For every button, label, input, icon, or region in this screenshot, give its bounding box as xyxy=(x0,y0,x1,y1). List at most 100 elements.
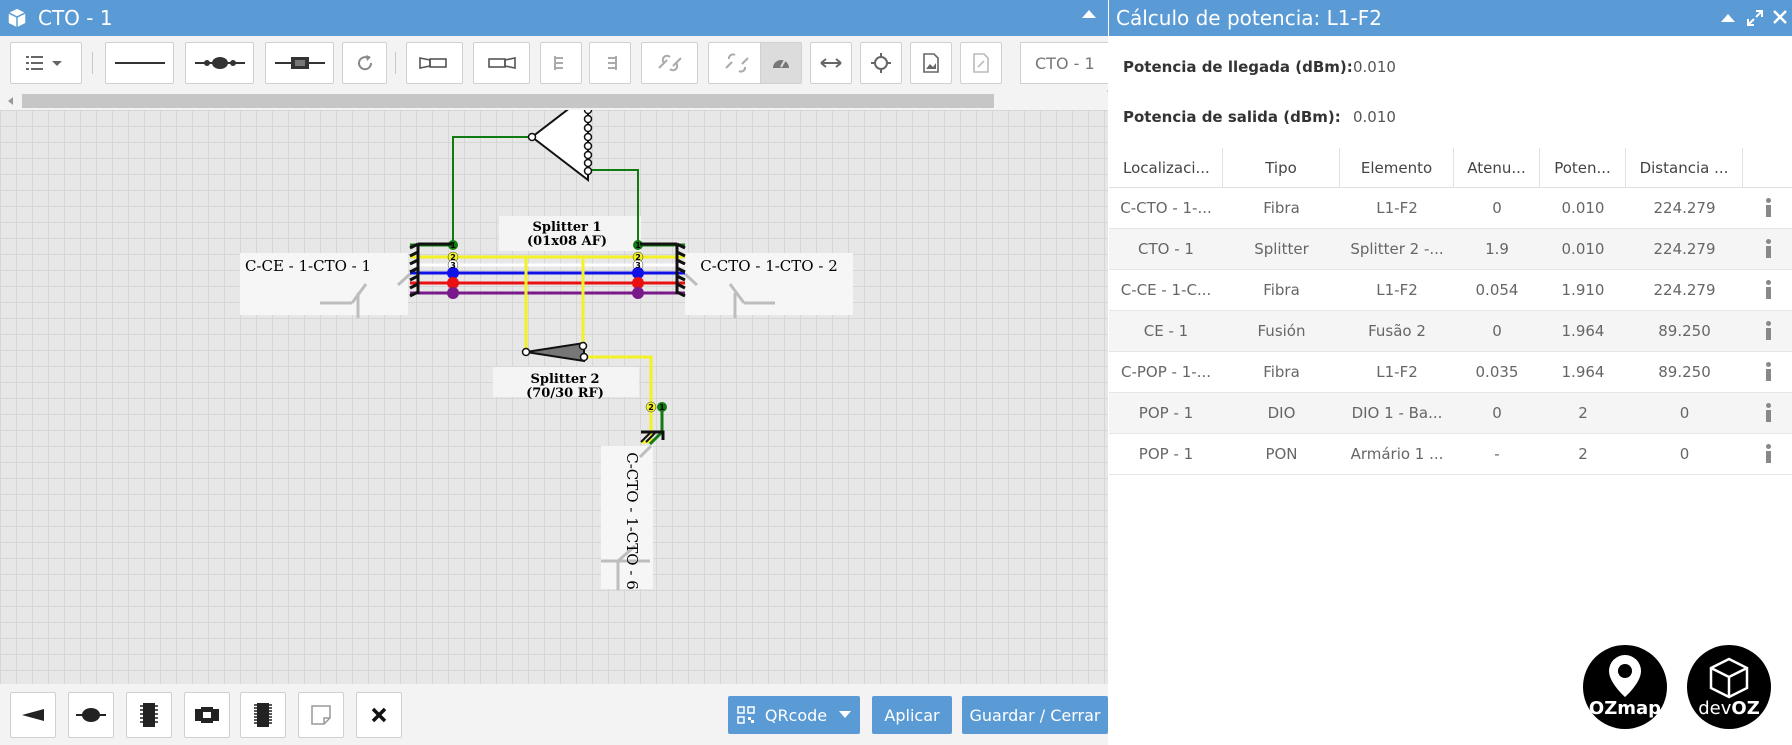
collapse-icon[interactable] xyxy=(1082,10,1096,18)
column-header[interactable]: Distancia ... xyxy=(1626,148,1743,187)
export-image-button[interactable] xyxy=(910,42,952,84)
app-root: CTO - 1 CTO - 1 1 2 3 1 2 3 1 2 Splitter… xyxy=(0,0,1792,745)
output-power-row: Potencia de salida (dBm): 0.010 xyxy=(1123,108,1396,126)
row-info-button[interactable] xyxy=(1743,352,1792,392)
port-right-3-number: 3 xyxy=(635,261,641,270)
editor-toolbar: CTO - 1 xyxy=(0,36,1108,90)
add-rack-button[interactable] xyxy=(240,692,286,738)
cto-select[interactable]: CTO - 1 xyxy=(1020,42,1108,84)
cell-element: L1-F2 xyxy=(1376,199,1418,217)
row-info-button[interactable] xyxy=(1743,270,1792,310)
cell-element: Splitter 2 -... xyxy=(1350,240,1444,258)
add-splitter-button[interactable] xyxy=(10,692,56,738)
info-icon[interactable] xyxy=(1763,280,1773,300)
horizontal-scrollbar[interactable] xyxy=(0,92,1108,110)
cell-distance: 224.279 xyxy=(1653,199,1716,217)
info-icon[interactable] xyxy=(1763,198,1773,218)
rotate-icon xyxy=(357,55,372,71)
column-header[interactable]: Poten... xyxy=(1540,148,1626,187)
info-icon[interactable] xyxy=(1763,321,1773,341)
save-close-button[interactable]: Guardar / Cerrar xyxy=(962,696,1108,734)
cell-element: L1-F2 xyxy=(1376,281,1418,299)
row-info-button[interactable] xyxy=(1743,393,1792,433)
cto-window-titlebar[interactable]: CTO - 1 xyxy=(0,0,1108,36)
cable-left-bracket[interactable] xyxy=(409,242,452,298)
qrcode-button[interactable]: QRcode xyxy=(728,696,860,734)
apply-button[interactable]: Aplicar xyxy=(872,696,952,734)
arrival-power-value: 0.010 xyxy=(1353,58,1396,76)
power-calc-titlebar[interactable]: Cálculo de potencia: L1-F2 xyxy=(1109,0,1792,36)
add-note-button[interactable] xyxy=(298,692,344,738)
table-row[interactable]: CE - 1 Fusión Fusão 2 0 1.964 89.250 xyxy=(1109,311,1792,352)
table-row[interactable]: POP - 1 PON Armário 1 ... - 2 0 xyxy=(1109,434,1792,475)
port-right-6[interactable] xyxy=(632,287,644,299)
arrows-horizontal-icon xyxy=(820,58,842,68)
power-calc-button[interactable] xyxy=(760,42,802,84)
table-row[interactable]: C-POP - 1-... Fibra L1-F2 0.035 1.964 89… xyxy=(1109,352,1792,393)
rotate-button[interactable] xyxy=(342,42,387,84)
scrollbar-thumb[interactable] xyxy=(22,94,994,108)
delete-button[interactable] xyxy=(356,692,402,738)
add-connector-button[interactable] xyxy=(265,42,334,84)
info-icon[interactable] xyxy=(1763,444,1773,464)
cell-location: POP - 1 xyxy=(1138,404,1194,422)
export-pdf-button[interactable] xyxy=(960,42,1002,84)
collapse-icon[interactable] xyxy=(1721,13,1735,23)
column-header[interactable]: Tipo xyxy=(1223,148,1340,187)
close-icon[interactable] xyxy=(1772,9,1788,25)
add-dio-button[interactable] xyxy=(126,692,172,738)
fiber-yellow-from-right[interactable] xyxy=(581,255,638,346)
column-header[interactable]: Elemento xyxy=(1340,148,1454,187)
row-info-button[interactable] xyxy=(1743,434,1792,474)
info-icon[interactable] xyxy=(1763,239,1773,259)
splitter2-label-line2: (70/30 RF) xyxy=(526,386,604,401)
align-right-tree-button[interactable] xyxy=(589,42,631,84)
light-source-left-button[interactable] xyxy=(406,42,463,84)
gauge-icon xyxy=(773,59,789,68)
devoz-logo[interactable]: devOZ xyxy=(1687,645,1771,729)
row-info-button[interactable] xyxy=(1743,311,1792,351)
row-info-button[interactable] xyxy=(1743,229,1792,269)
info-icon[interactable] xyxy=(1763,362,1773,382)
column-header[interactable]: Localizaci... xyxy=(1109,148,1223,187)
cell-attenuation: 1.9 xyxy=(1485,240,1509,258)
unlink-icon xyxy=(724,53,749,73)
splitter-1[interactable] xyxy=(527,110,593,183)
align-left-tree-button[interactable] xyxy=(540,42,582,84)
cell-distance: 0 xyxy=(1679,404,1690,422)
add-fusion-button[interactable] xyxy=(185,42,254,84)
ozmap-logo[interactable]: OZmap xyxy=(1583,645,1667,729)
cell-attenuation: 0 xyxy=(1492,199,1502,217)
column-header[interactable]: Atenu... xyxy=(1454,148,1540,187)
connector-block-icon xyxy=(195,707,219,723)
output-power-label: Potencia de salida (dBm): xyxy=(1123,108,1341,126)
add-fusion-tray-button[interactable] xyxy=(68,692,114,738)
info-icon[interactable] xyxy=(1763,403,1773,423)
fiber-yellow-to-splitter2[interactable] xyxy=(453,255,528,352)
fusion-icon xyxy=(194,57,245,69)
power-calc-title: Cálculo de potencia: L1-F2 xyxy=(1116,6,1382,30)
add-connector-block-button[interactable] xyxy=(184,692,230,738)
table-row[interactable]: POP - 1 DIO DIO 1 - Ba... 0 2 0 xyxy=(1109,393,1792,434)
table-row[interactable]: CTO - 1 Splitter Splitter 2 -... 1.9 0.0… xyxy=(1109,229,1792,270)
cto-editor-window: CTO - 1 CTO - 1 1 2 3 1 2 3 1 2 Splitter… xyxy=(0,0,1108,745)
diagram-canvas[interactable]: 1 2 3 1 2 3 1 2 Splitter 1 (01x08 AF) Sp… xyxy=(0,110,1108,684)
cell-power: 1.964 xyxy=(1561,363,1605,381)
tree-left-icon xyxy=(554,56,563,70)
cube-icon xyxy=(8,8,26,28)
maximize-icon[interactable] xyxy=(1746,9,1764,27)
unlink-button[interactable] xyxy=(708,42,765,84)
light-source-right-button[interactable] xyxy=(473,42,530,84)
splitter-2[interactable] xyxy=(521,341,589,363)
scroll-left-icon[interactable] xyxy=(8,97,13,105)
row-info-button[interactable] xyxy=(1743,188,1792,228)
table-row[interactable]: C-CE - 1-C... Fibra L1-F2 0.054 1.910 22… xyxy=(1109,270,1792,311)
port-left-6[interactable] xyxy=(447,287,459,299)
table-row[interactable]: C-CTO - 1-... Fibra L1-F2 0 0.010 224.27… xyxy=(1109,188,1792,229)
cable-right-bracket[interactable] xyxy=(640,242,686,298)
expand-horizontal-button[interactable] xyxy=(810,42,852,84)
center-view-button[interactable] xyxy=(860,42,902,84)
list-menu-button[interactable] xyxy=(10,42,82,84)
link-button[interactable] xyxy=(641,42,698,84)
draw-fiber-button[interactable] xyxy=(105,42,174,84)
